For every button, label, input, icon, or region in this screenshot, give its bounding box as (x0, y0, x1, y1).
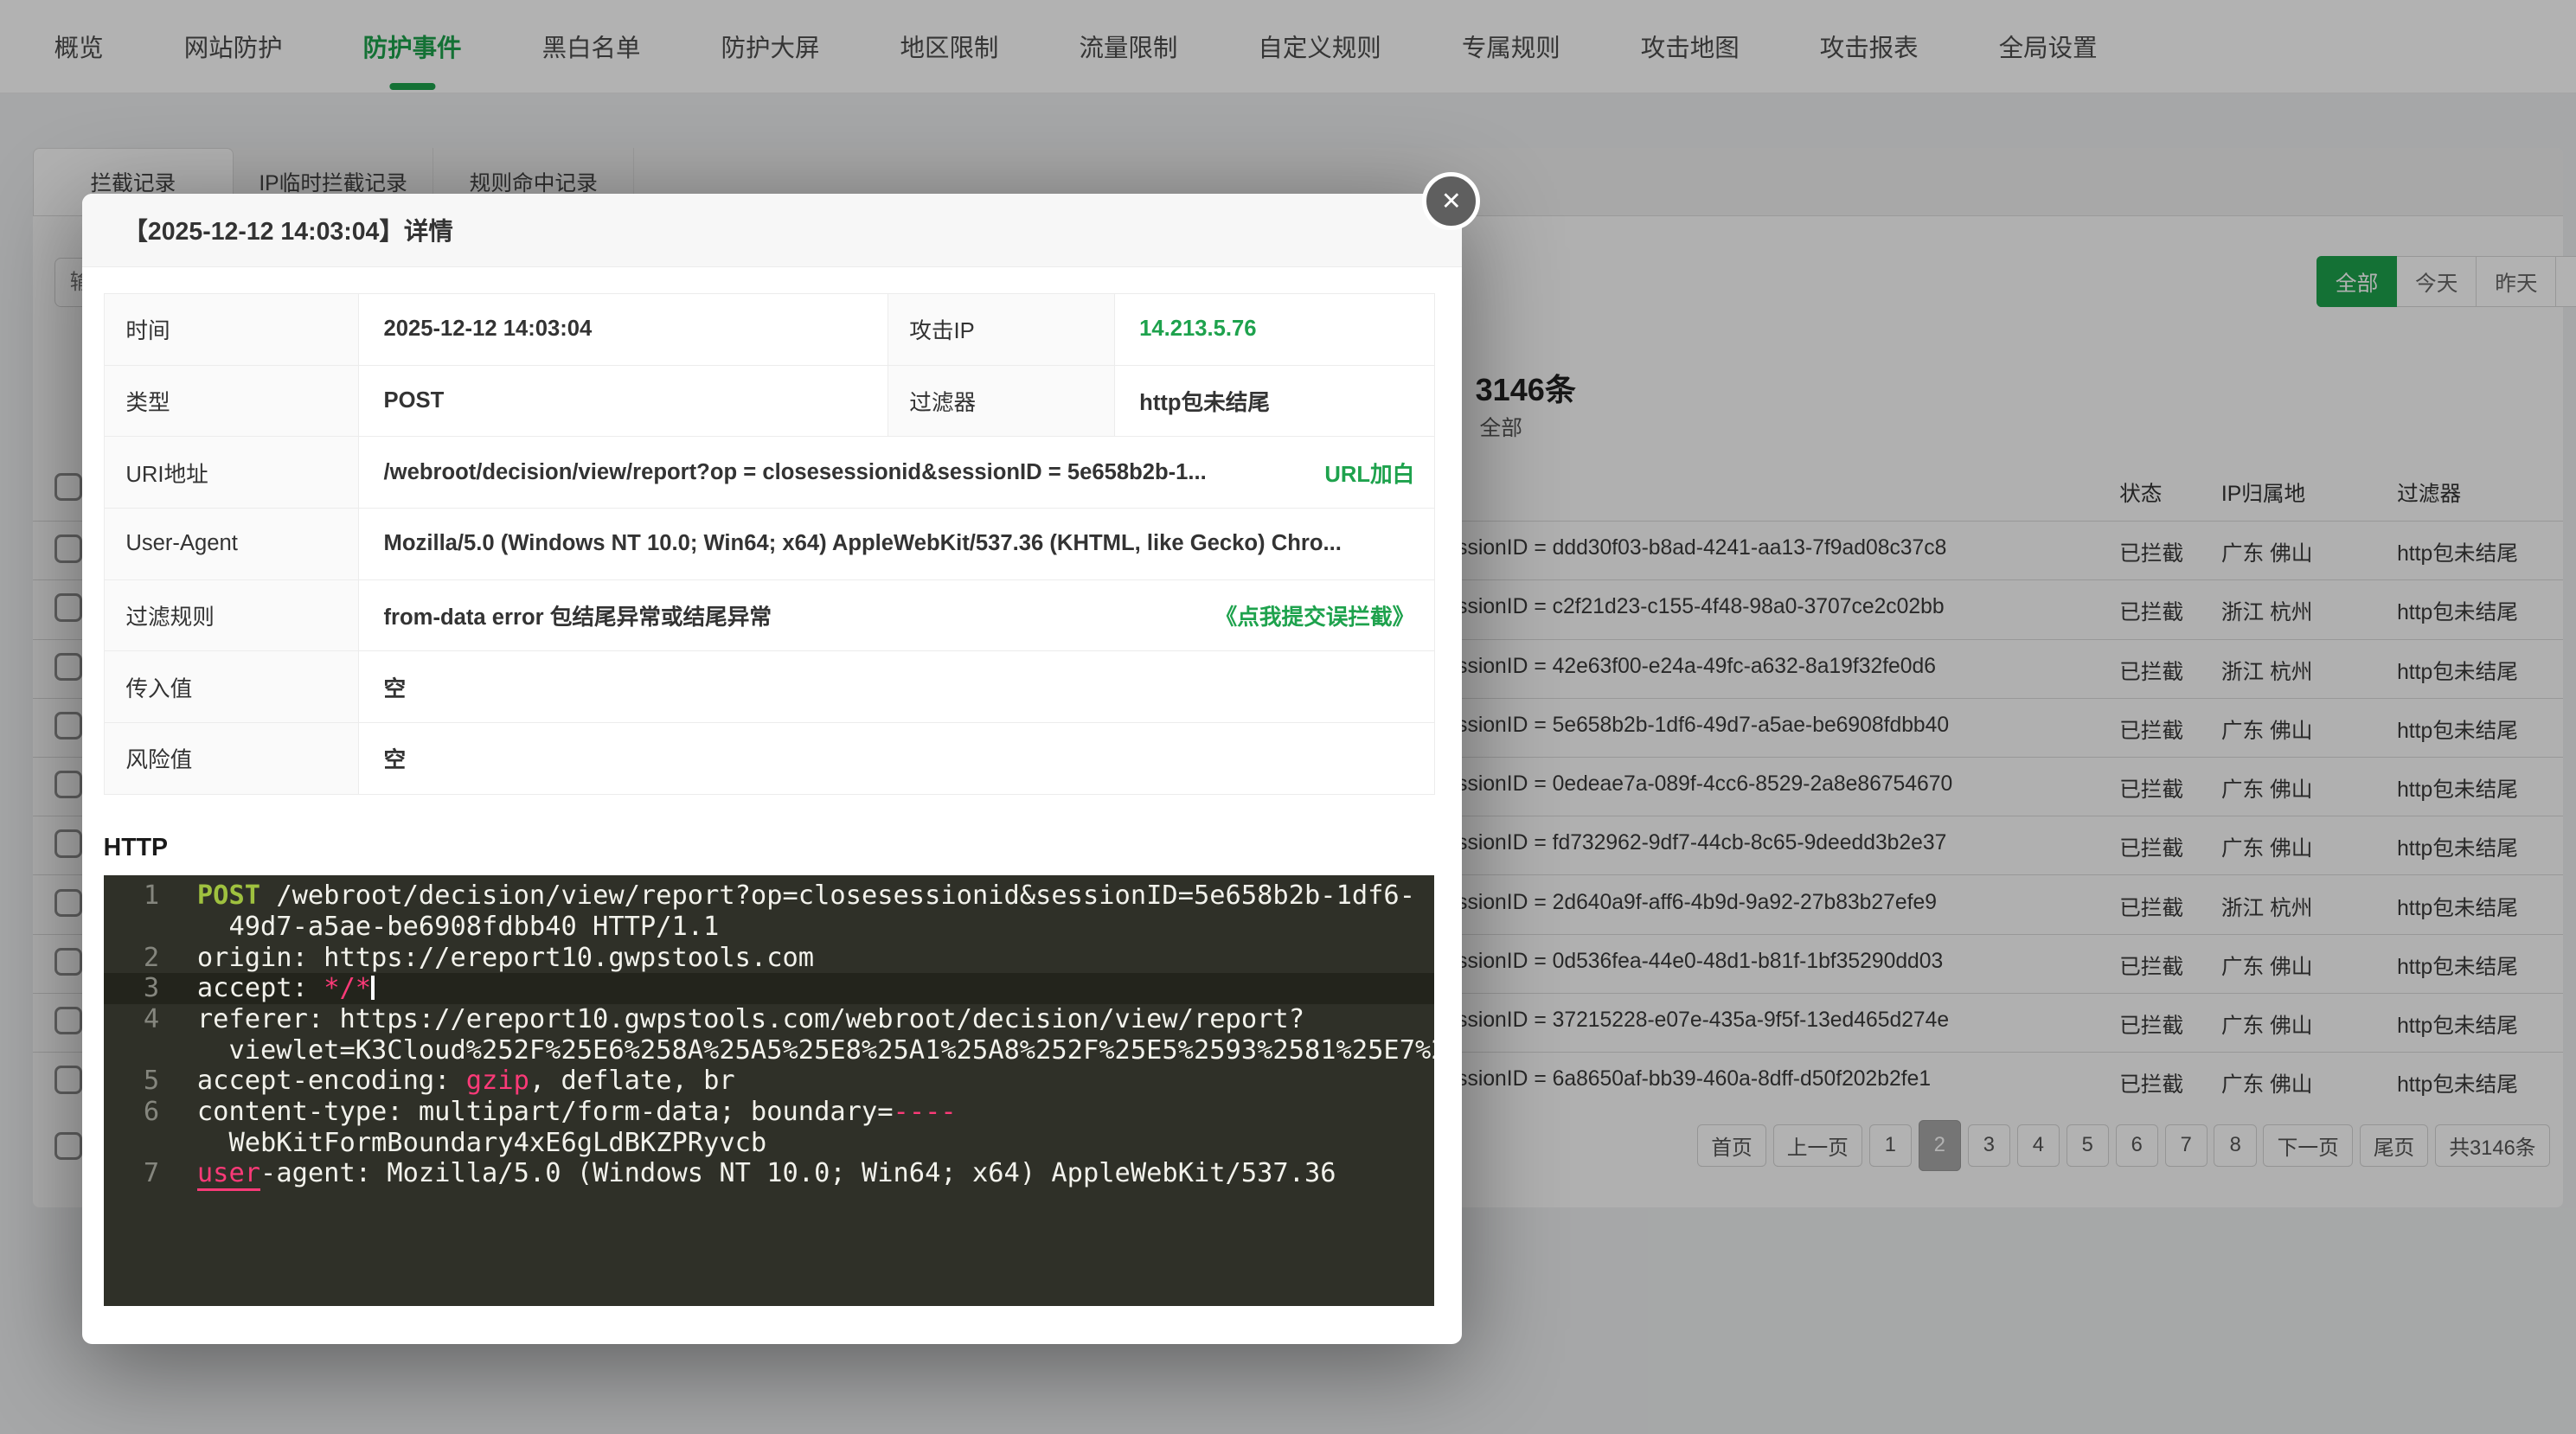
page: 概览网站防护防护事件黑白名单防护大屏地区限制流量限制自定义规则专属规则攻击地图攻… (0, 0, 2576, 1434)
code-line: 3accept: */* (104, 973, 1434, 1004)
line-number: 4 (104, 1004, 175, 1066)
value-rule: from-data error 包结尾异常或结尾异常 (384, 599, 772, 631)
label-attack-ip: 攻击IP (888, 294, 1114, 366)
line-number: 7 (104, 1158, 175, 1189)
label-type: 类型 (104, 365, 358, 437)
value-user-agent: Mozilla/5.0 (Windows NT 10.0; Win64; x64… (359, 509, 1435, 580)
code-line: 1POST /webroot/decision/view/report?op=c… (104, 880, 1434, 942)
code-line-content: accept-encoding: gzip, deflate, br (174, 1066, 1434, 1097)
label-rule: 过滤规则 (104, 579, 358, 651)
line-number: 5 (104, 1066, 175, 1097)
code-line-content: user-agent: Mozilla/5.0 (Windows NT 10.0… (174, 1158, 1434, 1189)
value-time: 2025-12-12 14:03:04 (359, 294, 888, 366)
http-request-code[interactable]: 1POST /webroot/decision/view/report?op=c… (104, 875, 1434, 1306)
code-line-content: accept: */* (174, 973, 1434, 1004)
label-risk-value: 风险值 (104, 722, 358, 794)
line-number: 1 (104, 880, 175, 942)
line-number: 2 (104, 943, 175, 974)
value-risk-value: 空 (359, 722, 1435, 794)
modal-title: 【2025-12-12 14:03:04】详情 (82, 194, 1462, 267)
code-line-content: POST /webroot/decision/view/report?op=cl… (174, 880, 1434, 942)
value-type: POST (359, 365, 888, 437)
http-section-heading: HTTP (104, 834, 1463, 862)
code-line: 7user-agent: Mozilla/5.0 (Windows NT 10.… (104, 1158, 1434, 1189)
event-info-table: 时间 2025-12-12 14:03:04 攻击IP 14.213.5.76 … (104, 293, 1435, 795)
label-input-value: 传入值 (104, 651, 358, 723)
code-line: 2origin: https://ereport10.gwpstools.com (104, 943, 1434, 974)
label-user-agent: User-Agent (104, 509, 358, 580)
code-line-content: origin: https://ereport10.gwpstools.com (174, 943, 1434, 974)
code-line-content: content-type: multipart/form-data; bound… (174, 1097, 1434, 1158)
value-uri: /webroot/decision/view/report?op = close… (384, 460, 1207, 485)
event-detail-modal: ✕ 【2025-12-12 14:03:04】详情 时间 2025-12-12 … (82, 194, 1462, 1344)
report-false-positive-link[interactable]: 《点我提交误拦截》 (1215, 599, 1415, 631)
value-filter: http包未结尾 (1114, 365, 1434, 437)
code-line-content: referer: https://ereport10.gwpstools.com… (174, 1004, 1434, 1066)
label-uri: URI地址 (104, 437, 358, 509)
value-attack-ip[interactable]: 14.213.5.76 (1114, 294, 1434, 366)
label-filter: 过滤器 (888, 365, 1114, 437)
value-input-value: 空 (359, 651, 1435, 723)
code-line: 4referer: https://ereport10.gwpstools.co… (104, 1004, 1434, 1066)
label-time: 时间 (104, 294, 358, 366)
code-line: 6content-type: multipart/form-data; boun… (104, 1097, 1434, 1158)
text-cursor (371, 976, 375, 1000)
line-number: 3 (104, 973, 175, 1004)
line-number: 6 (104, 1097, 175, 1158)
code-line: 5accept-encoding: gzip, deflate, br (104, 1066, 1434, 1097)
url-whitelist-button[interactable]: URL加白 (1324, 457, 1414, 489)
